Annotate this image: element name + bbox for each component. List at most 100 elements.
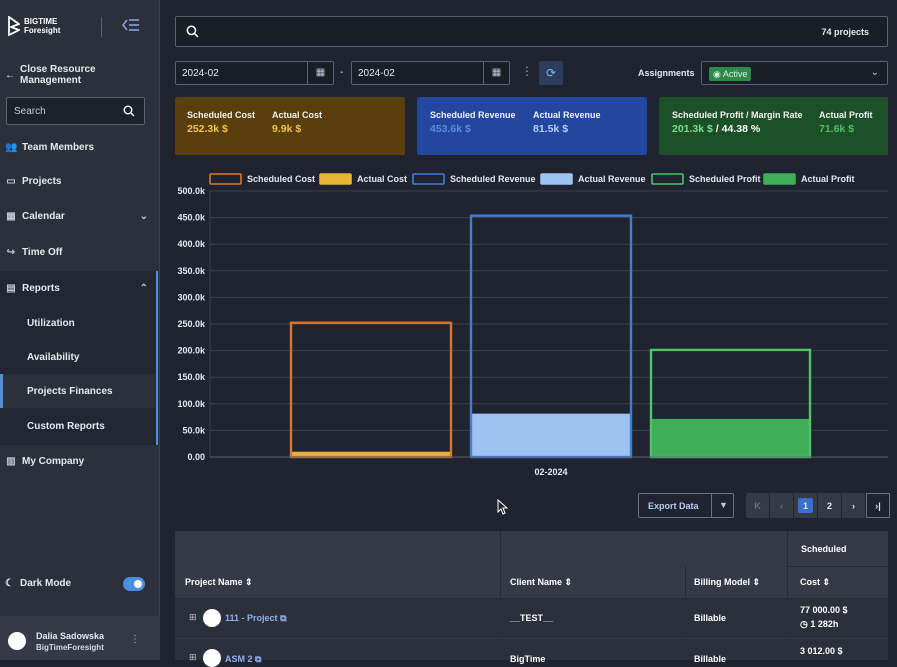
sidebar-subitem-availability[interactable]: Availability [0,340,158,374]
folder-icon: ▭ [6,175,16,187]
legend-swatch [763,173,796,185]
chevron-down-icon: ⌄ [139,210,148,222]
user-name: Dalia Sadowska [36,631,105,641]
user-panel[interactable]: Dalia Sadowska BigTimeForesight ⋮ [0,616,160,660]
y-tick-label: 300.0k [177,292,206,302]
col-billing-model[interactable]: Billing Model ⇕ [694,577,760,588]
col-project-name[interactable]: Project Name ⇕ [185,577,253,588]
table-row[interactable]: ⊞ 111 - Project ⧉ __TEST__ Billable 77 0… [175,599,888,638]
legend-label: Scheduled Profit [689,174,761,184]
y-tick-label: 450.0k [177,213,206,223]
sidebar-item-reports[interactable]: ▤ Reports ⌃ [0,271,160,305]
sidebar-subitem-projects-finances[interactable]: Projects Finances [0,374,158,408]
date-from-input[interactable]: 2024-02 ▦ [175,61,334,85]
prev-page-button[interactable]: ‹ [770,493,794,518]
people-icon: 👥 [5,141,18,153]
next-page-button[interactable]: › [842,493,866,518]
legend-label: Scheduled Revenue [450,174,536,184]
project-avatar [203,609,221,627]
y-tick-label: 350.0k [177,266,206,276]
sidebar-item-calendar[interactable]: ▦ Calendar ⌄ [0,199,160,233]
sidebar-item-projects[interactable]: ▭ Projects [0,164,160,198]
actual-bar [471,413,631,457]
card-label: Actual Revenue [533,110,601,120]
nav-label: Reports [22,282,60,294]
table-row[interactable]: ⊞ ASM 2 ⧉ BigTime Billable 3 012.00 $ [175,639,888,667]
back-label: Close Resource Management [20,64,96,86]
y-tick-label: 250.0k [177,319,206,329]
project-count: 74 projects [821,27,869,37]
legend-label: Actual Profit [801,174,855,184]
revenue-card: Scheduled Revenue 453.6k $ Actual Revenue… [417,97,647,155]
sidebar-subitem-custom-reports[interactable]: Custom Reports [0,409,158,443]
subitem-label: Utilization [27,318,75,329]
nav-label: Calendar [22,210,65,222]
sort-icon: ⇕ [752,577,761,587]
moon-icon: ☾ [5,578,14,589]
avatar [8,632,26,650]
status-icon: ◉ [713,69,723,79]
project-avatar [203,649,221,667]
date-from-value: 2024-02 [182,68,219,79]
col-cost[interactable]: Cost ⇕ [800,577,830,588]
active-chip-label: Active [722,69,748,79]
sidebar-subitem-utilization[interactable]: Utilization [0,306,158,340]
last-page-button[interactable]: ›| [866,493,890,518]
page-2-button[interactable]: 2 [818,493,842,518]
project-link[interactable]: 111 - Project ⧉ [225,613,287,624]
finance-bar-chart: 0.00 50.0k 100.0k 150.0k 200.0k 250.0k 300.0k 3… [177,173,888,477]
dark-mode-toggle[interactable] [123,577,145,591]
y-tick-label: 50.0k [182,425,206,435]
legend-swatch [319,173,352,185]
search-icon [123,105,135,117]
cost-cell: 3 012.00 $ [800,646,843,656]
sidebar-search-input[interactable]: Search [6,97,145,125]
date-to-input[interactable]: 2024-02 ▦ [351,61,510,85]
reports-accent-bar [156,271,158,445]
scheduled-group-header: Scheduled [801,544,847,554]
hours-cell: ◷ 1 282h [800,619,839,629]
page-1-button[interactable]: 1 [794,493,818,518]
collapse-sidebar-icon[interactable] [122,18,142,34]
y-tick-label: 0.00 [187,452,205,462]
more-vertical-icon[interactable]: ⋮ [130,634,140,645]
caret-down-icon[interactable]: ▼ [719,500,728,510]
logo-line2: Foresight [24,26,61,35]
project-search-input[interactable]: 74 projects [175,16,888,47]
bigtime-logo-icon [8,16,20,36]
user-org: BigTimeForesight [36,643,104,652]
assignments-select[interactable]: ◉ Active ⌄ [701,61,888,85]
legend-swatch [651,173,684,185]
scheduled-bar [289,321,453,459]
sidebar-item-team-members[interactable]: 👥 Team Members [0,130,160,164]
external-link-icon: ⧉ [280,613,287,623]
calendar-icon[interactable]: ▦ [483,62,509,84]
more-options-icon[interactable]: ⋮ [521,64,533,78]
card-label: Scheduled Revenue [430,110,516,120]
close-resource-management-link[interactable]: ← Close Resource Management [5,64,159,86]
active-chip[interactable]: ◉ Active [709,67,752,81]
sidebar-item-time-off[interactable]: ↪ Time Off [0,235,160,269]
card-value: 201.3k $ [672,123,713,135]
time-off-icon: ↪ [6,246,16,258]
date-to-value: 2024-02 [358,68,395,79]
billing-cell: Billable [694,613,727,623]
card-label: Scheduled Profit / Margin Rate [672,110,803,120]
logo-line1: BIGTIME [24,17,58,26]
legend-label: Actual Cost [357,174,407,184]
expand-icon[interactable]: ⊞ [189,612,197,623]
expand-icon[interactable]: ⊞ [189,652,197,663]
logo[interactable]: BIGTIME Foresight [8,16,60,36]
calendar-icon[interactable]: ▦ [307,62,333,84]
sidebar-item-my-company[interactable]: ▥ My Company [0,444,160,478]
y-tick-label: 100.0k [177,399,206,409]
legend-swatch [412,173,445,185]
subitem-label: Custom Reports [27,421,105,432]
first-page-button[interactable]: K [746,493,770,518]
sort-icon: ⇕ [822,577,831,587]
nav-label: My Company [22,455,85,467]
refresh-button[interactable]: ⟳ [539,61,563,85]
col-client-name[interactable]: Client Name ⇕ [510,577,572,588]
subitem-label: Projects Finances [27,386,113,397]
export-data-button[interactable]: Export Data ▼ [638,493,734,518]
